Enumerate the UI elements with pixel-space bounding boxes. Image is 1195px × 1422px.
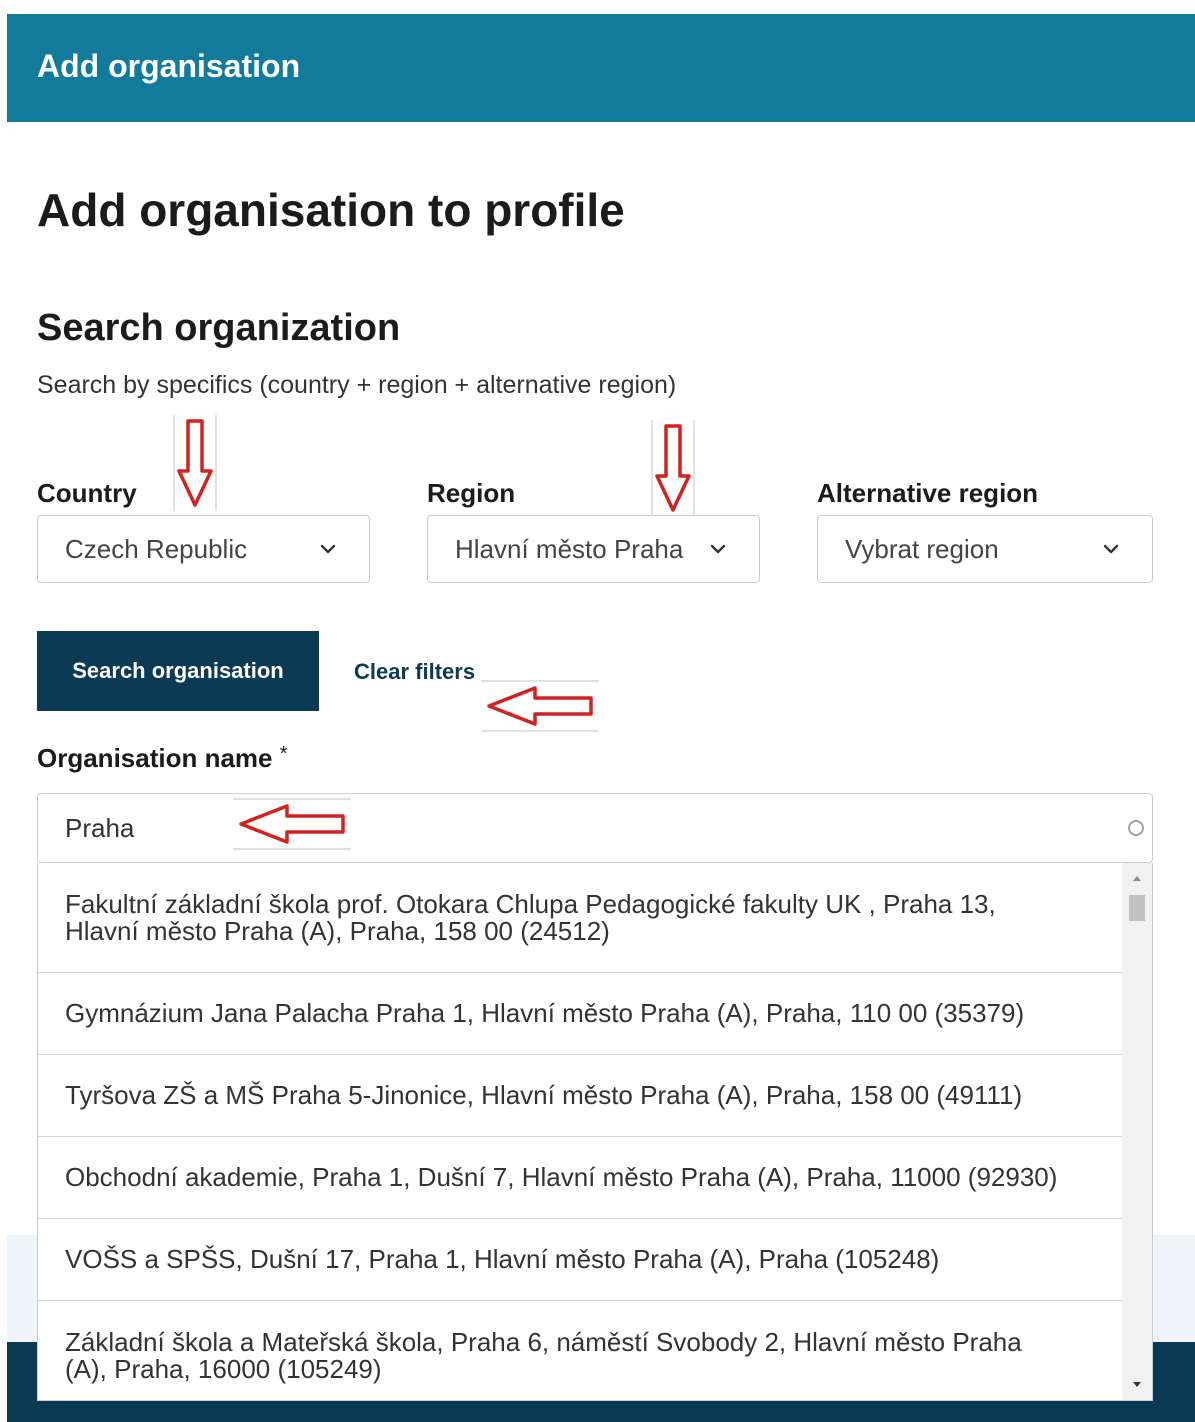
result-option[interactable]: Základní škola a Mateřská škola, Praha 6…	[38, 1301, 1123, 1400]
result-option-text: VOŠS a SPŠS, Dušní 17, Praha 1, Hlavní m…	[65, 1244, 940, 1274]
organisation-name-input[interactable]	[37, 793, 1153, 863]
result-option-text: Hlavní město Praha (A), Praha, 158 00 (2…	[65, 915, 610, 946]
result-option-text: Gymnázium Jana Palacha Praha 1, Hlavní m…	[65, 998, 1025, 1028]
result-list: Fakultní základní škola prof. Otokara Ch…	[38, 863, 1123, 1400]
result-option-text: (A), Praha, 16000 (105249)	[65, 1354, 382, 1384]
modal-header: Add organisation	[7, 14, 1195, 122]
result-option[interactable]: VOŠS a SPŠS, Dušní 17, Praha 1, Hlavní m…	[38, 1219, 1123, 1301]
organisation-name-label-text: Organisation name	[37, 743, 273, 773]
clear-filters-link[interactable]: Clear filters	[354, 659, 475, 685]
annotation-arrow-left-icon	[233, 798, 351, 850]
result-option-text: Fakultní základní škola prof. Otokara Ch…	[65, 888, 996, 919]
loading-spinner-icon	[1128, 820, 1144, 836]
alternative-region-label: Alternative region	[817, 478, 1039, 508]
alternative-region-select[interactable]: Vybrat region	[817, 515, 1153, 583]
scroll-up-arrow-icon[interactable]	[1122, 867, 1152, 889]
results-scrollbar[interactable]	[1122, 863, 1152, 1400]
chevron-down-icon	[1103, 544, 1119, 554]
scroll-thumb[interactable]	[1129, 895, 1145, 921]
annotation-arrow-left-icon	[481, 680, 599, 732]
annotation-arrow-down-icon	[173, 415, 217, 511]
region-label: Region	[427, 478, 516, 508]
result-option[interactable]: Obchodní akademie, Praha 1, Dušní 7, Hla…	[38, 1137, 1123, 1219]
country-select-value: Czech Republic	[65, 534, 248, 564]
region-select[interactable]: Hlavní město Praha	[427, 515, 760, 583]
section-title: Search organization	[37, 307, 401, 349]
country-select[interactable]: Czech Republic	[37, 515, 370, 583]
required-mark: *	[279, 743, 288, 765]
result-option[interactable]: Gymnázium Jana Palacha Praha 1, Hlavní m…	[38, 973, 1123, 1055]
result-option-text: Základní škola a Mateřská škola, Praha 6…	[65, 1327, 1022, 1357]
modal-title: Add organisation	[37, 48, 301, 84]
result-option-text: Obchodní akademie, Praha 1, Dušní 7, Hla…	[65, 1162, 1058, 1192]
alternative-region-select-value: Vybrat region	[845, 534, 999, 564]
result-option[interactable]: Fakultní základní škola prof. Otokara Ch…	[38, 863, 1123, 973]
chevron-down-icon	[320, 544, 336, 554]
organisation-name-label: Organisation name *	[37, 743, 288, 774]
page-title: Add organisation to profile	[37, 184, 625, 236]
annotation-arrow-down-icon	[651, 420, 695, 516]
section-description: Search by specifics (country + region + …	[37, 371, 677, 399]
search-organisation-button[interactable]: Search organisation	[37, 631, 319, 711]
region-select-value: Hlavní město Praha	[455, 534, 684, 564]
scroll-down-arrow-icon[interactable]	[1122, 1374, 1152, 1396]
chevron-down-icon	[710, 544, 726, 554]
country-label: Country	[37, 478, 137, 508]
organisation-results-dropdown: Fakultní základní škola prof. Otokara Ch…	[37, 863, 1153, 1401]
result-option[interactable]: Tyršova ZŠ a MŠ Praha 5-Jinonice, Hlavní…	[38, 1055, 1123, 1137]
result-option-text: Tyršova ZŠ a MŠ Praha 5-Jinonice, Hlavní…	[65, 1080, 1023, 1110]
